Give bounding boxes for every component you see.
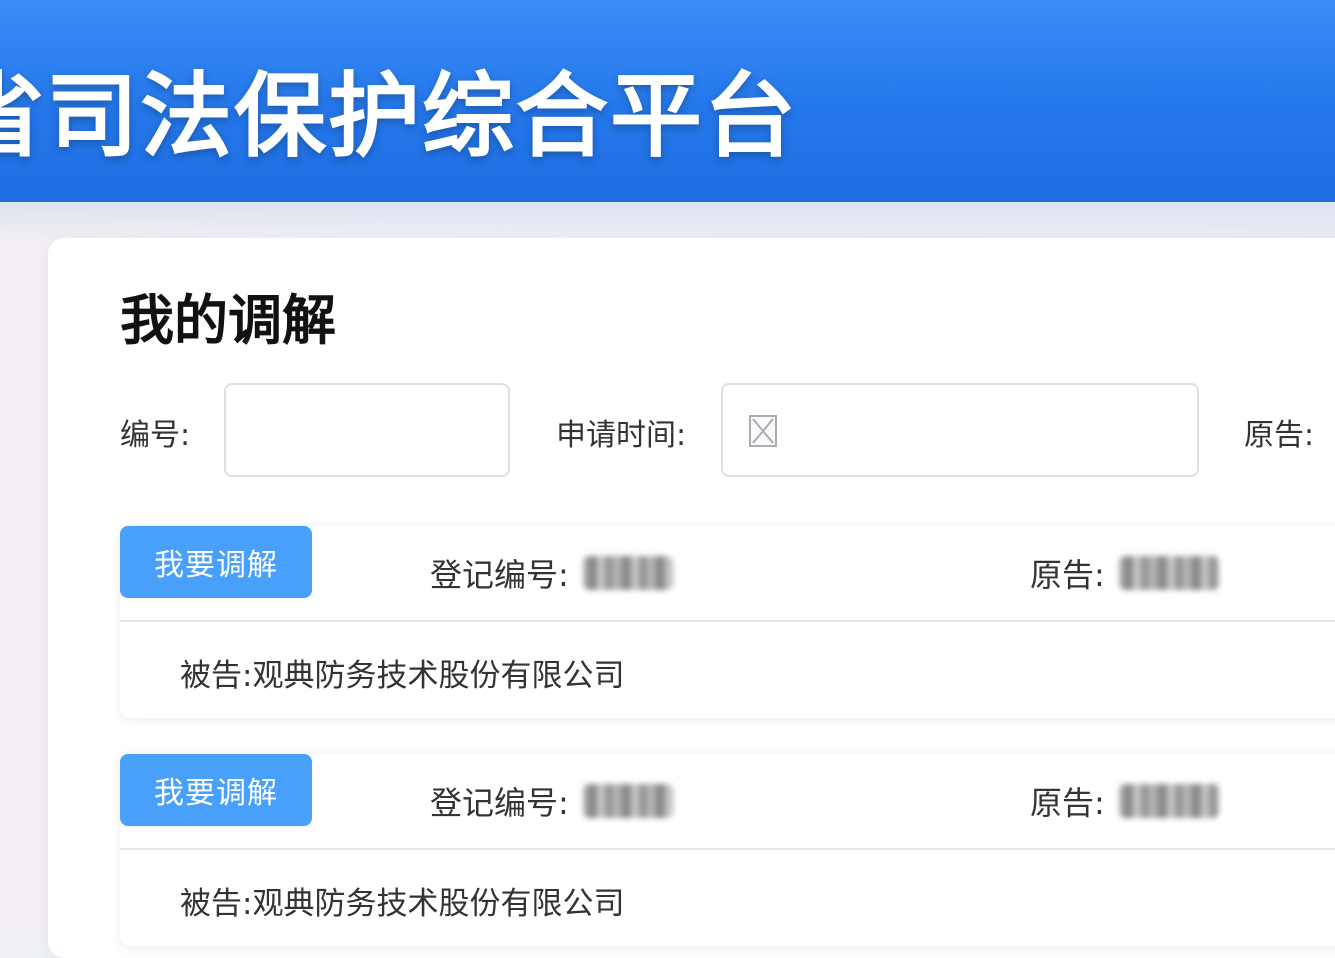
registration-number-label: 登记编号:: [430, 784, 569, 822]
mediation-record: 我要调解 登记编号: 原告: 被告:观典防务技术股份有限公司: [120, 526, 1335, 718]
registration-number-field: 登记编号:: [430, 778, 673, 824]
page-title: 我的调解: [120, 289, 336, 352]
calendar-icon: [749, 415, 777, 447]
header-bar: 省司法保护综合平台: [0, 0, 1335, 202]
number-filter-label: 编号:: [120, 418, 191, 453]
defendant-value: 观典防务技术股份有限公司: [252, 886, 625, 922]
mediation-record: 我要调解 登记编号: 原告: 被告:观典防务技术股份有限公司: [120, 754, 1335, 946]
request-mediation-button[interactable]: 我要调解: [120, 754, 312, 826]
record-divider: [120, 848, 1335, 850]
platform-title: 省司法保护综合平台: [0, 63, 799, 170]
defendant-value: 观典防务技术股份有限公司: [252, 658, 625, 694]
number-input[interactable]: [224, 383, 510, 477]
registration-number-redacted: [582, 556, 673, 590]
plaintiff-redacted: [1118, 556, 1219, 590]
defendant-label: 被告:: [180, 886, 253, 922]
plaintiff-field: 原告:: [1030, 778, 1219, 824]
plaintiff-label: 原告:: [1030, 556, 1105, 594]
defendant-field: 被告:观典防务技术股份有限公司: [180, 650, 624, 695]
plaintiff-filter-label: 原告:: [1244, 418, 1315, 453]
apply-time-input[interactable]: [721, 383, 1199, 477]
defendant-label: 被告:: [180, 658, 253, 694]
plaintiff-field: 原告:: [1030, 550, 1219, 596]
record-divider: [120, 620, 1335, 622]
request-mediation-button[interactable]: 我要调解: [120, 526, 312, 598]
registration-number-field: 登记编号:: [430, 550, 673, 596]
plaintiff-redacted: [1118, 784, 1219, 818]
apply-time-filter-label: 申请时间:: [556, 418, 687, 453]
defendant-field: 被告:观典防务技术股份有限公司: [180, 878, 624, 923]
plaintiff-label: 原告:: [1030, 784, 1105, 822]
registration-number-label: 登记编号:: [430, 556, 569, 594]
registration-number-redacted: [582, 784, 673, 818]
